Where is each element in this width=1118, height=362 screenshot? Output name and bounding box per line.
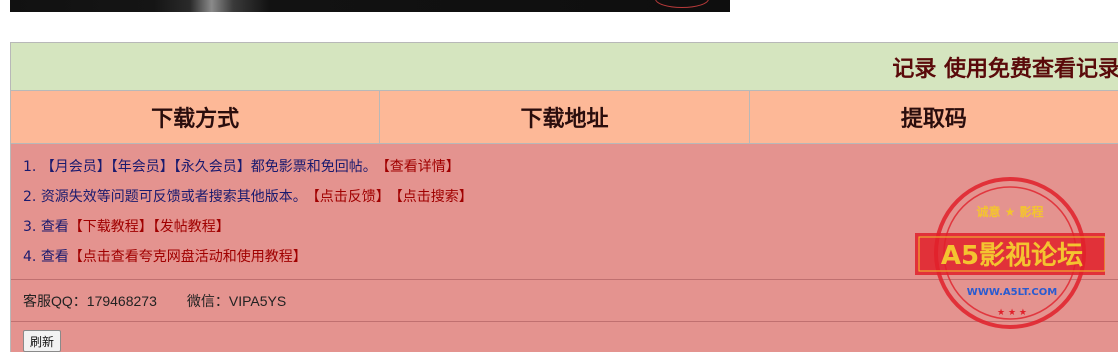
contact-wechat: 微信：VIPA5YS <box>186 292 287 309</box>
line-text: 【月会员】【年会员】【永久会员】都免影票和免回帖。 <box>40 159 377 175</box>
panel-title-row: 记录 使用免费查看记录 <box>11 43 1118 91</box>
contact-qq: 客服QQ：179468273 <box>23 292 157 309</box>
banner-stamp-mark <box>655 0 709 8</box>
view-details-link[interactable]: 【查看详情】 <box>383 159 460 175</box>
top-banner-image <box>10 0 730 12</box>
line-number: 3. <box>23 219 37 235</box>
stamp-top-text: 诚意 ★ 影程 <box>976 204 1043 219</box>
header-download-method: 下载方式 <box>11 91 381 143</box>
table-header-row: 下载方式 下载地址 提取码 <box>11 91 1118 144</box>
download-tutorial-link[interactable]: 【下载教程】 <box>69 219 153 235</box>
panel-title: 记录 使用免费查看记录 <box>892 56 1118 82</box>
watermark-stamp-icon: 诚意 ★ 影程 A5影视论坛 WWW.A5LT.COM ★ ★ ★ <box>915 177 1105 329</box>
header-download-address: 下载地址 <box>380 91 750 143</box>
refresh-button[interactable]: 刷新 <box>23 330 62 352</box>
line-number: 4. <box>23 249 37 265</box>
stamp-url-text: WWW.A5LT.COM <box>967 287 1057 298</box>
line-number: 2. <box>23 189 37 205</box>
line-text: 资源失效等问题可反馈或者搜索其他版本。 <box>40 189 307 205</box>
line-number: 1. <box>23 159 37 175</box>
line-text: 查看 <box>40 219 69 235</box>
line-text: 查看 <box>40 249 69 265</box>
feedback-link[interactable]: 【点击反馈】 <box>313 189 390 205</box>
posting-tutorial-link[interactable]: 【发帖教程】 <box>153 219 230 235</box>
quark-activity-link[interactable]: 【点击查看夸克网盘活动和使用教程】 <box>69 249 307 265</box>
header-extraction-code: 提取码 <box>900 107 967 132</box>
search-link[interactable]: 【点击搜索】 <box>396 189 473 205</box>
stamp-main-text: A5影视论坛 <box>941 241 1083 271</box>
stamp-bottom-stars: ★ ★ ★ <box>997 308 1027 318</box>
